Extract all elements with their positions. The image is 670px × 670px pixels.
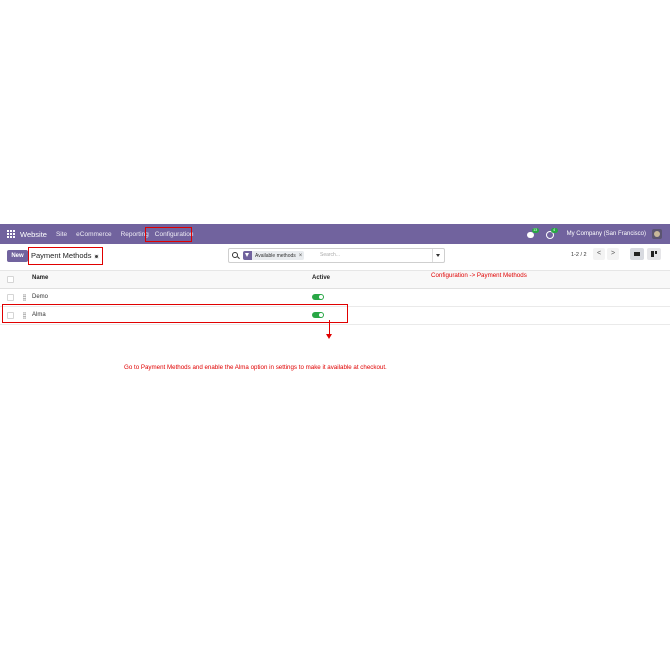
app-screenshot: Website Site eCommerce Reporting Configu… <box>0 224 670 446</box>
select-all-checkbox[interactable] <box>7 276 14 283</box>
highlight-breadcrumb <box>28 247 103 265</box>
pager-value[interactable]: 1-2 / 2 <box>571 250 587 260</box>
company-switcher[interactable]: My Company (San Francisco) <box>567 231 646 237</box>
facet-label: Available methods <box>255 252 296 259</box>
menu-ecommerce[interactable]: eCommerce <box>76 231 111 238</box>
search-icon[interactable] <box>232 252 238 258</box>
user-avatar[interactable] <box>652 229 662 239</box>
annotation-top-note: Configuration -> Payment Methods <box>431 272 527 279</box>
chevron-down-icon[interactable] <box>432 249 444 262</box>
close-icon[interactable]: × <box>299 253 305 259</box>
pager-next-button[interactable]: > <box>607 248 619 260</box>
activities-count-badge: 4 <box>550 227 558 233</box>
table-header: Name Active <box>0 270 670 289</box>
search-bar[interactable]: Available methods × <box>228 248 445 263</box>
row-name: Demo <box>32 294 49 300</box>
highlight-alma-row <box>2 304 348 323</box>
activities-clock-icon[interactable]: 4 <box>545 227 558 239</box>
list-view-icon <box>634 252 640 256</box>
annotation-arrow <box>329 320 330 334</box>
highlight-configuration <box>145 227 192 242</box>
navbar-systray: 13 4 My Company (San Francisco) <box>526 224 662 244</box>
new-button[interactable]: New <box>7 250 28 262</box>
messages-count-badge: 13 <box>531 227 539 233</box>
app-brand[interactable]: Website <box>20 230 47 239</box>
search-facet: Available methods × <box>243 251 305 260</box>
active-toggle[interactable] <box>312 294 324 300</box>
menu-site[interactable]: Site <box>56 231 67 238</box>
search-input[interactable] <box>320 250 420 259</box>
list-view-button[interactable] <box>630 248 644 260</box>
apps-grid-icon[interactable] <box>7 230 15 238</box>
annotation-arrow-head <box>326 334 332 339</box>
column-header-name[interactable]: Name <box>32 275 48 281</box>
kanban-view-icon <box>651 251 657 257</box>
messages-icon[interactable]: 13 <box>526 227 539 239</box>
pager-previous-button[interactable]: < <box>593 248 605 260</box>
drag-handle-icon[interactable] <box>23 294 26 301</box>
top-navbar: Website Site eCommerce Reporting Configu… <box>0 224 670 244</box>
kanban-view-button[interactable] <box>647 248 661 260</box>
row-checkbox[interactable] <box>7 294 14 301</box>
column-header-active[interactable]: Active <box>312 275 330 281</box>
annotation-main-note: Go to Payment Methods and enable the Alm… <box>124 364 387 371</box>
filter-icon <box>243 251 252 260</box>
